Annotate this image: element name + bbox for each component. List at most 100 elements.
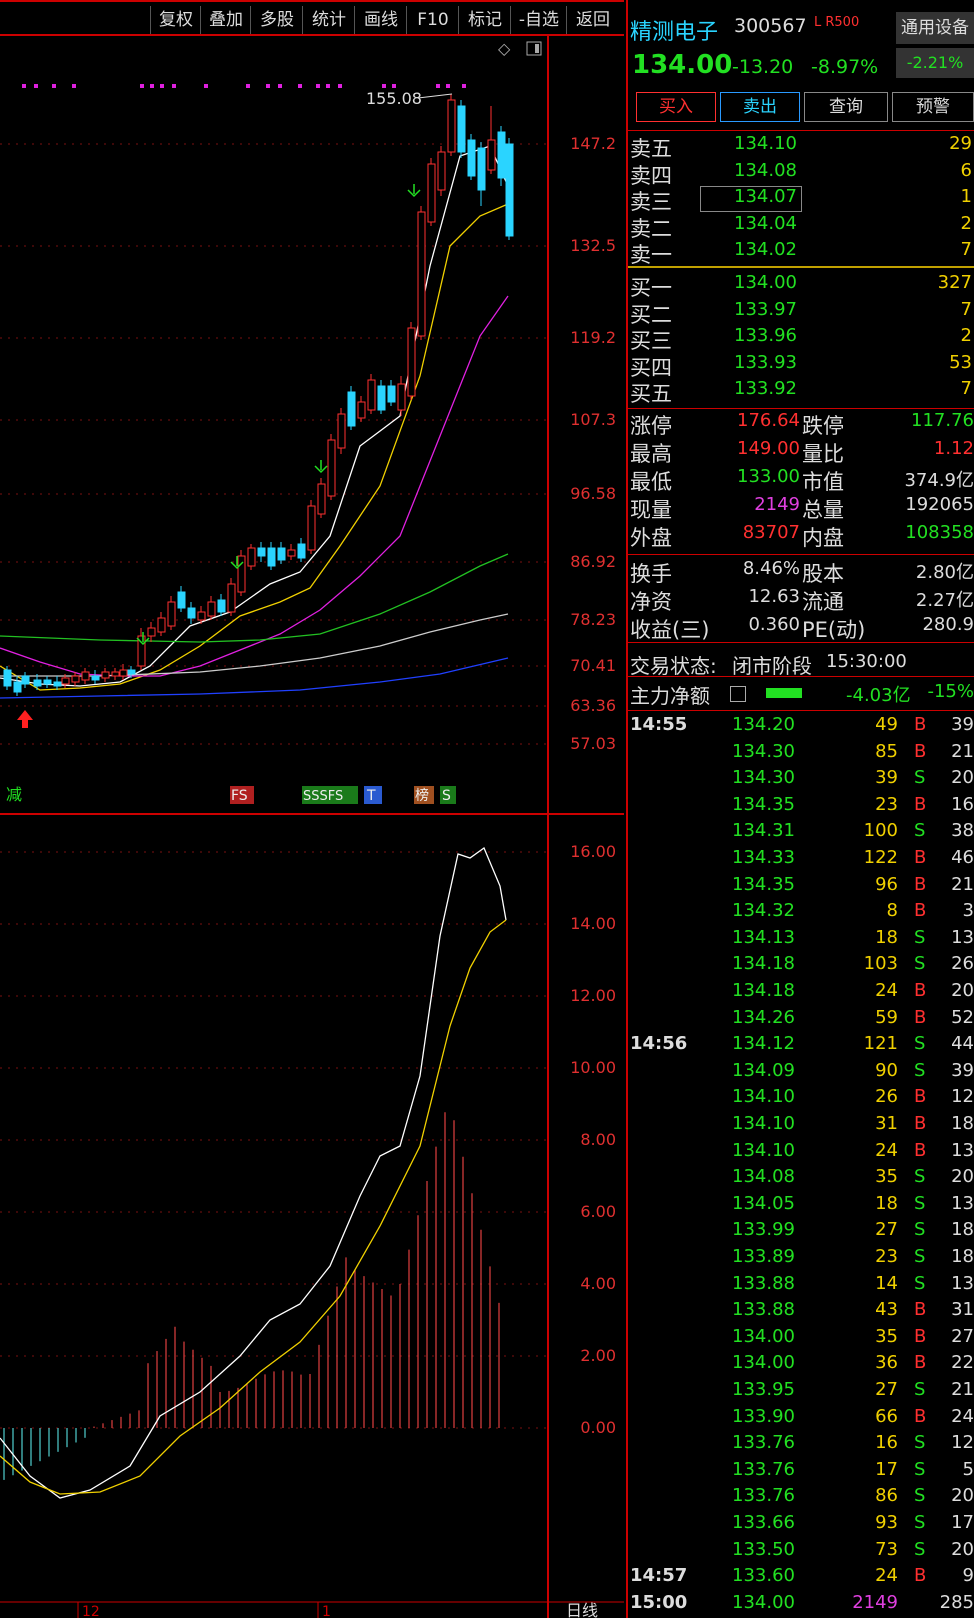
- tick-side: S: [914, 1512, 926, 1533]
- macd-dif-line: [0, 846, 507, 1499]
- ma5-line: [0, 145, 509, 687]
- tick-row: 134.35 23 B 16: [628, 794, 974, 820]
- candle: [247, 547, 256, 567]
- tick-row: 134.08 35 S 20: [628, 1166, 974, 1192]
- candle: [33, 679, 42, 687]
- tick-volume: 24: [875, 1139, 898, 1161]
- diamond-icon[interactable]: ◇: [498, 39, 511, 58]
- tick-side: S: [914, 1458, 926, 1480]
- toolbar-f10-button[interactable]: F10: [406, 6, 459, 34]
- stock-name[interactable]: 精测电子: [630, 14, 718, 46]
- tick-price: 134.35: [732, 873, 795, 895]
- list-icon[interactable]: [730, 686, 746, 702]
- stat-row: 收益(三) 0.360 PE(动) 280.9: [628, 614, 974, 642]
- stat-label: 总量: [802, 498, 844, 522]
- candle: [91, 675, 100, 681]
- bid-volume: 2: [960, 325, 972, 346]
- tick-price: 133.88: [732, 1272, 795, 1294]
- candle: [447, 99, 456, 153]
- price-axis-label: 119.2: [570, 328, 616, 347]
- candle: [257, 547, 266, 557]
- period-label[interactable]: 日线: [566, 1601, 598, 1618]
- bid-row: 买五 133.92 7: [628, 378, 974, 406]
- stat-row: 外盘 83707 内盘 108358: [628, 522, 974, 550]
- ask-label: 卖二: [630, 216, 672, 241]
- toolbar-biaoji-button[interactable]: 标记: [458, 6, 511, 34]
- candle: [467, 139, 476, 177]
- ask-label: 卖三: [630, 190, 672, 214]
- tick-price: 134.00: [732, 1591, 795, 1613]
- stat-value: 374.9亿: [904, 470, 974, 491]
- tick-side: S: [914, 767, 926, 789]
- ask-volume: 2: [960, 212, 972, 234]
- tick-row: 133.99 27 S 18: [628, 1219, 974, 1245]
- stat-label: 外盘: [630, 526, 672, 550]
- tick-volume: 26: [875, 1086, 898, 1108]
- stat-label: 最低: [630, 470, 672, 494]
- tick-side: B: [914, 1113, 927, 1134]
- tick-price: 134.26: [732, 1006, 795, 1028]
- price-axis-label: 96.58: [570, 484, 616, 503]
- toolbar-duogu-button[interactable]: 多股: [250, 6, 303, 34]
- tick-row: 134.00 35 B 27: [628, 1326, 974, 1352]
- candle: [147, 627, 156, 637]
- tick-row: 134.35 96 B 21: [628, 874, 974, 900]
- tick-volume: 59: [875, 1006, 898, 1028]
- stat-row: 净资 12.63 流通 2.27亿: [628, 586, 974, 614]
- candle: [127, 669, 136, 675]
- query-button[interactable]: 查询: [804, 92, 888, 122]
- main-flow-pct: -15%: [927, 681, 974, 702]
- stock-code: 300567: [734, 15, 807, 37]
- toolbar-zixuan-button[interactable]: -自选: [510, 6, 567, 34]
- tick-side: S: [914, 1432, 926, 1454]
- tick-price: 134.35: [732, 793, 795, 815]
- tick-row: 134.30 85 B 21: [628, 741, 974, 767]
- stat-label: 股本: [802, 562, 844, 586]
- macd-axis-label: 8.00: [580, 1130, 616, 1149]
- tick-price: 134.10: [732, 1113, 795, 1134]
- alert-button[interactable]: 预警: [892, 92, 974, 122]
- bid-volume: 7: [960, 298, 972, 320]
- toolbar-tongji-button[interactable]: 统计: [302, 6, 355, 34]
- tick-count: 20: [951, 1485, 974, 1507]
- tick-price: 134.13: [732, 926, 795, 948]
- tick-count: 22: [951, 1352, 974, 1374]
- tick-side: S: [914, 1485, 926, 1507]
- macd-axis-label: 12.00: [570, 986, 616, 1005]
- tick-volume: 18: [875, 926, 898, 948]
- stat-value: 117.76: [911, 410, 974, 431]
- tick-volume: 103: [863, 953, 898, 975]
- toolbar-diejia-button[interactable]: 叠加: [200, 6, 251, 34]
- sell-button[interactable]: 卖出: [720, 92, 800, 122]
- tick-volume: 73: [875, 1538, 898, 1560]
- tick-volume: 23: [875, 1246, 898, 1267]
- candle: [327, 439, 336, 497]
- ask-label: 卖一: [630, 243, 672, 267]
- buy-button[interactable]: 买入: [636, 92, 716, 122]
- industry-button[interactable]: 通用设备: [896, 12, 974, 44]
- tick-side: B: [914, 1325, 927, 1347]
- toolbar-huaxian-button[interactable]: 画线: [354, 6, 407, 34]
- candle: [387, 385, 396, 403]
- main-flow-label: 主力净额: [630, 684, 710, 708]
- candle: [377, 385, 386, 411]
- current-price: 134.00: [632, 50, 733, 80]
- tick-price: 133.90: [732, 1405, 795, 1427]
- tick-volume: 35: [875, 1325, 898, 1347]
- tick-row: 134.00 36 B 22: [628, 1352, 974, 1378]
- tick-side: B: [914, 740, 927, 762]
- tick-row: 133.89 23 S 18: [628, 1246, 974, 1272]
- tick-volume: 24: [875, 1565, 898, 1587]
- kline-chart-area[interactable]: ◇ 155.08 减 FS SSSFS T 榜 S 12 1 日线 147.2 …: [0, 36, 624, 1618]
- candle: [267, 547, 276, 567]
- tick-price: 134.18: [732, 980, 795, 1001]
- stat-row: 最高 149.00 量比 1.12: [628, 438, 974, 466]
- candle: [21, 675, 30, 685]
- stat-label: 最高: [630, 442, 672, 466]
- signal-dots: [22, 84, 466, 88]
- toolbar-fuquan-button[interactable]: 复权: [150, 6, 201, 34]
- tick-count: 20: [951, 767, 974, 789]
- tick-side: S: [914, 1059, 926, 1081]
- tick-count: 20: [951, 1166, 974, 1188]
- toolbar-fanhui-button[interactable]: 返回: [566, 6, 619, 34]
